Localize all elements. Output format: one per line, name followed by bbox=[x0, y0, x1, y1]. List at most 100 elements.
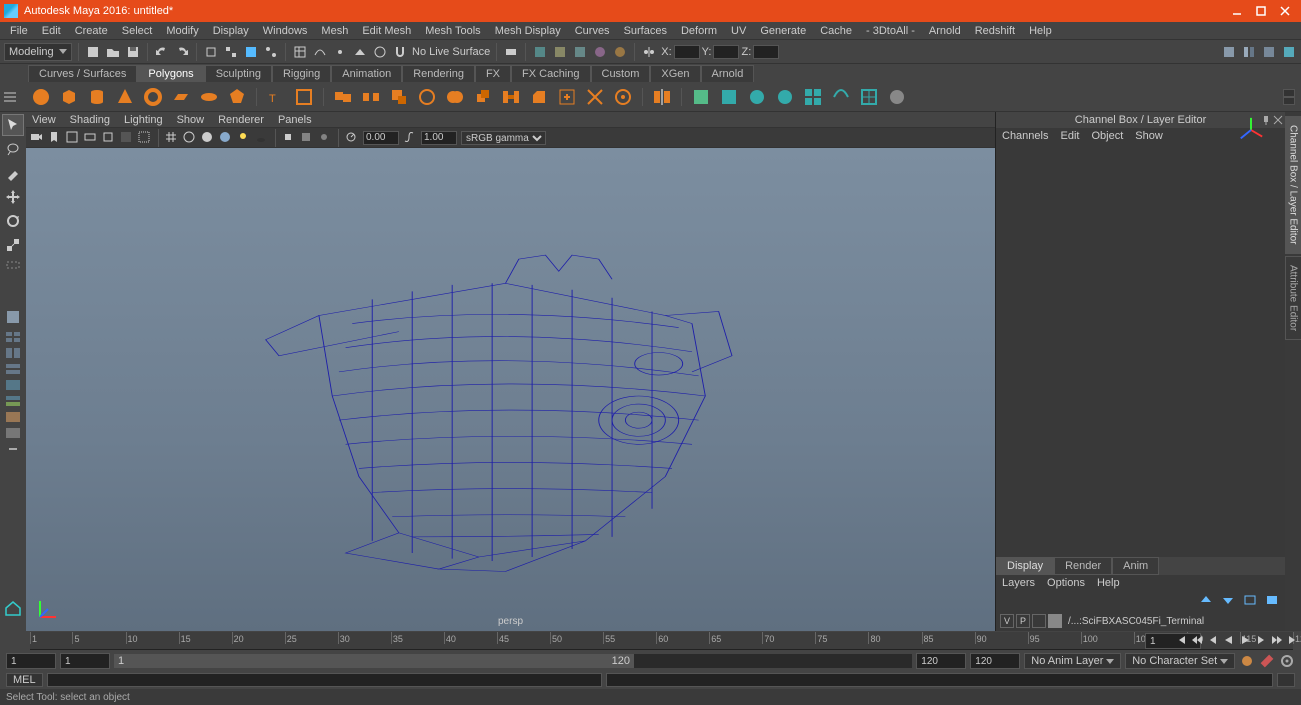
layer-color-swatch[interactable] bbox=[1048, 614, 1062, 628]
redo-icon[interactable] bbox=[174, 44, 190, 60]
camera-select-icon[interactable] bbox=[30, 131, 44, 145]
two-pane-v-icon[interactable] bbox=[2, 362, 24, 376]
persp-graph-icon[interactable] bbox=[2, 394, 24, 408]
step-forward-icon[interactable] bbox=[1255, 634, 1269, 648]
set-key-icon[interactable] bbox=[1259, 653, 1275, 669]
render-settings-icon[interactable] bbox=[572, 44, 588, 60]
outliner-pane-icon[interactable] bbox=[2, 378, 24, 392]
append-icon[interactable] bbox=[556, 86, 578, 108]
poly-type-icon[interactable]: T bbox=[265, 86, 287, 108]
layer-menu-layers[interactable]: Layers bbox=[1002, 577, 1035, 589]
range-start-outer[interactable] bbox=[6, 653, 56, 669]
live-surface-label[interactable]: No Live Surface bbox=[412, 46, 490, 58]
two-pane-h-icon[interactable] bbox=[2, 346, 24, 360]
layer-menu-options[interactable]: Options bbox=[1047, 577, 1085, 589]
menu-meshdisplay[interactable]: Mesh Display bbox=[489, 23, 567, 39]
poly-svg-icon[interactable] bbox=[293, 86, 315, 108]
cb-menu-edit[interactable]: Edit bbox=[1060, 130, 1079, 142]
menu-redshift[interactable]: Redshift bbox=[969, 23, 1021, 39]
four-pane-icon[interactable] bbox=[2, 330, 24, 344]
menu-3dtoall[interactable]: - 3DtoAll - bbox=[860, 23, 921, 39]
shelf-scroll[interactable] bbox=[1283, 89, 1295, 105]
new-empty-layer-icon[interactable] bbox=[1243, 594, 1259, 608]
cb-menu-object[interactable]: Object bbox=[1091, 130, 1123, 142]
poly-disc-icon[interactable] bbox=[198, 86, 220, 108]
bridge-icon[interactable] bbox=[500, 86, 522, 108]
command-input[interactable] bbox=[47, 673, 603, 687]
select-tool[interactable] bbox=[2, 114, 24, 136]
close-button[interactable] bbox=[1273, 3, 1297, 19]
uv-cylindrical-icon[interactable] bbox=[746, 86, 768, 108]
menu-windows[interactable]: Windows bbox=[257, 23, 314, 39]
shelf-tab-xgen[interactable]: XGen bbox=[650, 65, 700, 82]
auto-key-icon[interactable] bbox=[1239, 653, 1255, 669]
snap-curve-icon[interactable] bbox=[312, 44, 328, 60]
script-language-toggle[interactable]: MEL bbox=[6, 673, 43, 687]
snap-grid-icon[interactable] bbox=[292, 44, 308, 60]
shelf-tab-fx[interactable]: FX bbox=[475, 65, 511, 82]
range-track[interactable]: 1 120 bbox=[114, 654, 912, 668]
shelf-tab-custom[interactable]: Custom bbox=[591, 65, 651, 82]
undo-icon[interactable] bbox=[154, 44, 170, 60]
boolean-union-icon[interactable] bbox=[444, 86, 466, 108]
paint-select-tool[interactable] bbox=[2, 162, 24, 184]
shelf-tab-polygons[interactable]: Polygons bbox=[137, 65, 204, 82]
menu-display[interactable]: Display bbox=[207, 23, 255, 39]
menu-help[interactable]: Help bbox=[1023, 23, 1058, 39]
menu-meshtools[interactable]: Mesh Tools bbox=[419, 23, 486, 39]
film-gate-icon[interactable] bbox=[84, 131, 98, 145]
menu-modify[interactable]: Modify bbox=[160, 23, 204, 39]
layer-tab-render[interactable]: Render bbox=[1054, 557, 1112, 575]
menu-select[interactable]: Select bbox=[116, 23, 159, 39]
character-set-select[interactable]: No Character Set bbox=[1125, 653, 1235, 669]
shelf-tab-animation[interactable]: Animation bbox=[331, 65, 402, 82]
uv-auto-icon[interactable] bbox=[802, 86, 824, 108]
scale-tool[interactable] bbox=[2, 234, 24, 256]
gamma-field[interactable] bbox=[421, 131, 457, 145]
cb-menu-channels[interactable]: Channels bbox=[1002, 130, 1048, 142]
poly-sphere-icon[interactable] bbox=[30, 86, 52, 108]
menu-editmesh[interactable]: Edit Mesh bbox=[356, 23, 417, 39]
snap-live-icon[interactable] bbox=[372, 44, 388, 60]
shelf-tab-rigging[interactable]: Rigging bbox=[272, 65, 331, 82]
construction-history-icon[interactable] bbox=[503, 44, 519, 60]
shelf-tab-rendering[interactable]: Rendering bbox=[402, 65, 475, 82]
menu-edit[interactable]: Edit bbox=[36, 23, 67, 39]
side-tab-channelbox[interactable]: Channel Box / Layer Editor bbox=[1285, 116, 1301, 254]
poly-cylinder-icon[interactable] bbox=[86, 86, 108, 108]
mirror-icon[interactable] bbox=[651, 86, 673, 108]
select-comp-icon[interactable] bbox=[263, 44, 279, 60]
wireframe-icon[interactable] bbox=[183, 131, 197, 145]
new-scene-icon[interactable] bbox=[85, 44, 101, 60]
menu-mesh[interactable]: Mesh bbox=[315, 23, 354, 39]
layer-tab-anim[interactable]: Anim bbox=[1112, 557, 1159, 575]
uv-contour-icon[interactable] bbox=[830, 86, 852, 108]
range-end-inner[interactable] bbox=[916, 653, 966, 669]
textured-icon[interactable] bbox=[219, 131, 233, 145]
workspace-selector[interactable]: Modeling bbox=[4, 43, 72, 61]
menu-surfaces[interactable]: Surfaces bbox=[618, 23, 673, 39]
sym-icon[interactable] bbox=[641, 44, 657, 60]
script-editor-icon[interactable] bbox=[1277, 673, 1295, 687]
combine-icon[interactable] bbox=[332, 86, 354, 108]
multicut-icon[interactable] bbox=[584, 86, 606, 108]
x-field[interactable] bbox=[674, 45, 700, 59]
menu-curves[interactable]: Curves bbox=[569, 23, 616, 39]
layer-name[interactable]: /...:SciFBXASC045Fi_Terminal bbox=[1068, 616, 1204, 627]
step-forward-key-icon[interactable] bbox=[1271, 634, 1285, 648]
layer-tab-display[interactable]: Display bbox=[996, 557, 1054, 575]
layer-playback-box[interactable]: P bbox=[1016, 614, 1030, 628]
use-lights-icon[interactable] bbox=[237, 131, 251, 145]
modeling-toolkit-icon[interactable] bbox=[1221, 44, 1237, 60]
render-view-icon[interactable] bbox=[612, 44, 628, 60]
z-field[interactable] bbox=[753, 45, 779, 59]
hypershade-pane-icon[interactable] bbox=[2, 410, 24, 424]
channel-box-icon[interactable] bbox=[1281, 44, 1297, 60]
layer-visible-box[interactable]: V bbox=[1000, 614, 1014, 628]
menu-cache[interactable]: Cache bbox=[814, 23, 858, 39]
select-obj-icon[interactable] bbox=[243, 44, 259, 60]
viewport[interactable]: persp bbox=[26, 148, 995, 631]
plugin-icon[interactable] bbox=[886, 86, 908, 108]
single-pane-icon[interactable] bbox=[2, 306, 24, 328]
panel-menu-panels[interactable]: Panels bbox=[278, 114, 312, 126]
